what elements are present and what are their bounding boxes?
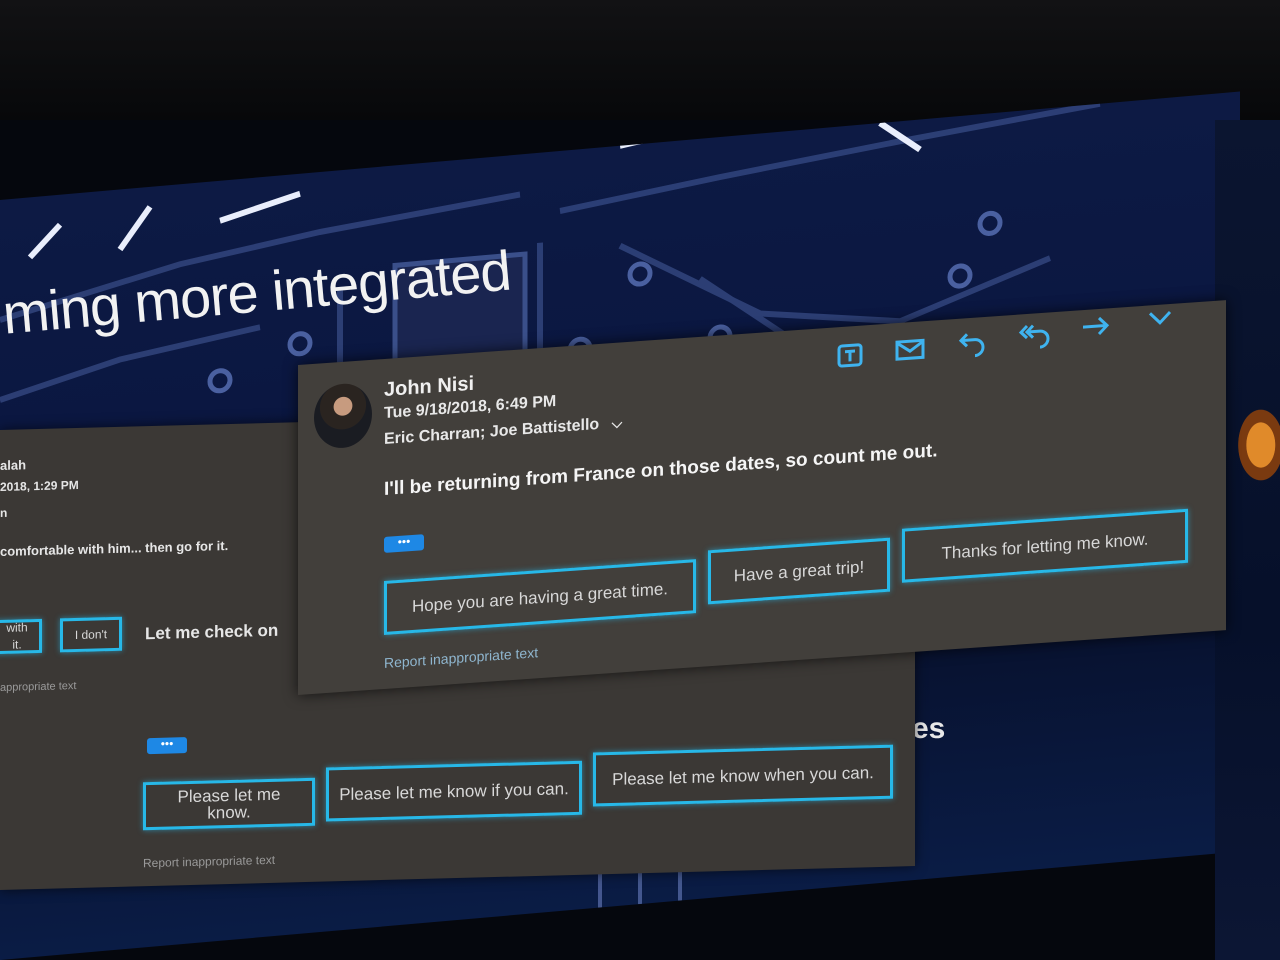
suggested-reply-button[interactable]: Please let me know.	[143, 777, 315, 831]
email-date: 2018, 1:29 PM	[0, 477, 79, 494]
avatar	[314, 381, 372, 450]
suggested-reply-button[interactable]: Please let me know if you can.	[326, 760, 582, 822]
report-link[interactable]: Report inappropriate text	[143, 853, 275, 870]
forward-icon[interactable]	[1080, 310, 1112, 344]
report-link[interactable]: appropriate text	[0, 680, 76, 694]
expand-recipients-icon[interactable]: ⌵	[612, 414, 623, 432]
email-body: comfortable with him... then go for it.	[0, 538, 229, 559]
flower-decoration	[1232, 400, 1280, 490]
email-body: I'll be returning from France on those d…	[384, 440, 938, 500]
suggested-reply-button[interactable]: Have a great trip!	[708, 537, 890, 605]
more-options-pill[interactable]: •••	[384, 534, 424, 553]
report-link[interactable]: Report inappropriate text	[384, 644, 538, 671]
mail-icon[interactable]	[894, 333, 926, 367]
suggested-reply-button[interactable]: I don't	[60, 616, 122, 653]
slide-partial-word: es	[912, 712, 946, 745]
chevron-down-icon[interactable]	[1144, 302, 1176, 336]
more-options-pill[interactable]: •••	[147, 736, 187, 755]
suggested-reply-button[interactable]: Hope you are having a great time.	[384, 559, 696, 635]
sender-name: alah	[0, 457, 27, 473]
reply-all-icon[interactable]	[1018, 318, 1050, 352]
suggested-reply-button[interactable]: with it.	[0, 618, 42, 655]
recipients-text: Eric Charran; Joe Battistello	[384, 415, 600, 448]
sender-name: John Nisi	[384, 372, 475, 401]
reply-icon[interactable]	[956, 327, 988, 361]
suggested-reply-button[interactable]: Thanks for letting me know.	[902, 508, 1188, 583]
teams-icon[interactable]	[834, 339, 866, 373]
email-card-front: John Nisi Tue 9/18/2018, 6:49 PM Eric Ch…	[298, 300, 1226, 695]
inline-reply-text: Let me check on	[145, 620, 279, 644]
suggested-reply-button[interactable]: Please let me know when you can.	[593, 744, 893, 807]
ceiling	[0, 0, 1280, 120]
recipients: n	[0, 505, 8, 520]
